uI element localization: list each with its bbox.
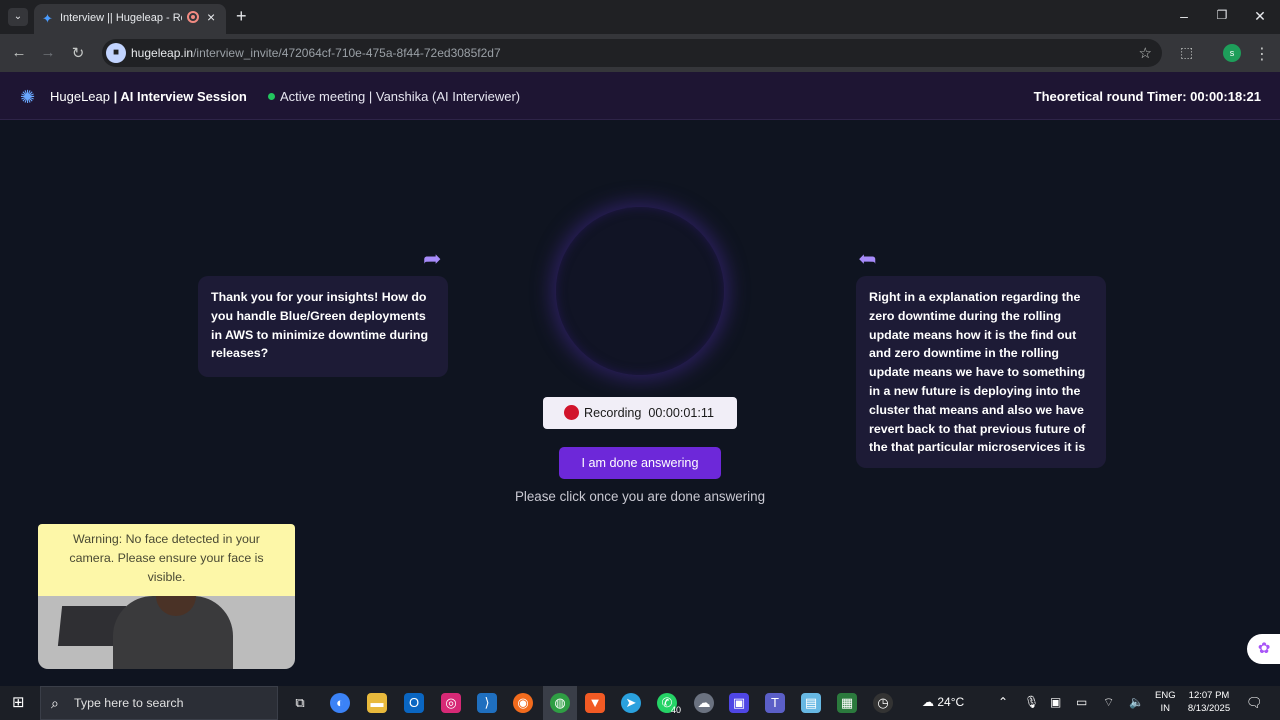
notification-center-icon[interactable]: 🗨 [1246, 695, 1263, 711]
reply-icon: ➦ [858, 246, 877, 271]
url-input[interactable]: ■ hugeleap.in/interview_invite/472064cf-… [102, 39, 1162, 67]
cloud-app-icon[interactable]: ☁ [694, 693, 714, 713]
remote-desktop-icon[interactable]: ▣ [729, 693, 749, 713]
file-explorer-icon[interactable]: ▬ [367, 693, 387, 713]
forward-icon[interactable]: → [39, 44, 57, 61]
recording-indicator: Recording 00:00:01:11 [543, 397, 737, 429]
battery-icon[interactable]: ▭ [1076, 695, 1087, 709]
volume-icon[interactable]: 🔈 [1129, 695, 1144, 709]
notes-icon[interactable]: ▤ [801, 693, 821, 713]
brave-icon[interactable]: ▼ [585, 693, 605, 713]
bookmark-star-icon[interactable]: ☆ [1139, 44, 1152, 62]
teams-icon[interactable]: T [765, 693, 785, 713]
hugeleap-logo-icon: ✺ [20, 87, 36, 107]
tab-search-icon[interactable]: ⌄ [8, 8, 28, 26]
recording-text: Recording 00:00:01:11 [584, 406, 715, 420]
tray-chevron-icon[interactable]: ⌃ [998, 695, 1008, 709]
meet-icon[interactable]: ▣ [1050, 695, 1061, 709]
app-header: ✺ HugeLeap | AI Interview Session Active… [0, 72, 1280, 120]
taskbar-search-icon: ⌕ [51, 695, 59, 711]
browser-tab-active[interactable]: ✦ Interview || Hugeleap - Revi × [34, 4, 226, 34]
wifi-icon[interactable]: ⌔ [1103, 695, 1114, 710]
window-close-icon[interactable]: ✕ [1250, 8, 1270, 25]
done-answering-button[interactable]: I am done answering [559, 447, 721, 479]
round-timer: Theoretical round Timer: 00:00:18:21 [1033, 89, 1261, 104]
new-tab-icon[interactable]: + [236, 7, 247, 25]
taskbar-search-input[interactable]: ⌕ Type here to search [40, 686, 278, 720]
candidate-transcript: Right in a explanation regarding the zer… [856, 276, 1106, 468]
browser-tab-strip: ⌄ ✦ Interview || Hugeleap - Revi × + – ❐… [0, 0, 1280, 34]
browser-menu-icon[interactable]: ⋮ [1254, 44, 1270, 64]
tab-title: Interview || Hugeleap - Revi [60, 12, 182, 24]
reload-icon[interactable]: ↻ [69, 44, 87, 62]
minimize-icon[interactable]: – [1174, 8, 1194, 24]
back-icon[interactable]: ← [10, 44, 28, 61]
system-clock[interactable]: 12:07 PM 8/13/2025 [1186, 689, 1232, 715]
assistant-brain-icon[interactable]: ✿ [1247, 634, 1280, 664]
tab-recording-icon [187, 11, 199, 23]
done-hint-text: Please click once you are done answering [514, 489, 766, 504]
extensions-icon[interactable]: ⬚ [1180, 44, 1193, 61]
restore-icon[interactable]: ❐ [1212, 8, 1232, 22]
image-viewer-icon[interactable]: ▦ [837, 693, 857, 713]
brand-title: HugeLeap | AI Interview Session [50, 89, 247, 104]
telegram-icon[interactable]: ➤ [621, 693, 641, 713]
recording-dot-icon [564, 405, 579, 420]
forward-share-icon: ➦ [423, 246, 442, 271]
vscode-icon[interactable]: ⟩ [477, 693, 497, 713]
tab-close-icon[interactable]: × [207, 9, 215, 25]
meeting-status: Active meeting | Vanshika (AI Interviewe… [268, 89, 520, 104]
camera-preview [38, 596, 295, 669]
weather-widget[interactable]: ☁ 24°C [922, 695, 964, 709]
no-face-warning: Warning: No face detected in your camera… [38, 524, 295, 596]
interview-stage: ➦ Thank you for your insights! How do yo… [0, 121, 1280, 686]
outlook-icon[interactable]: O [404, 693, 424, 713]
url-text: hugeleap.in/interview_invite/472064cf-71… [131, 46, 501, 60]
instagram-icon[interactable]: ◎ [441, 693, 461, 713]
language-indicator[interactable]: ENG IN [1155, 689, 1176, 715]
microphone-icon[interactable]: 🎙 [1024, 695, 1039, 709]
weather-cloud-icon: ☁ [922, 695, 934, 709]
recorder-icon[interactable]: ◷ [873, 693, 893, 713]
task-view-icon[interactable]: ⧉ [290, 693, 310, 713]
address-bar-row: ← → ↻ ■ hugeleap.in/interview_invite/472… [0, 34, 1280, 72]
taskbar-search-placeholder: Type here to search [74, 696, 184, 710]
copilot-icon[interactable]: ◐ [330, 693, 350, 713]
windows-start-icon[interactable]: ⊞ [12, 695, 28, 711]
interviewer-message: Thank you for your insights! How do you … [198, 276, 448, 377]
site-camera-icon[interactable]: ■ [106, 43, 126, 63]
status-dot-icon [268, 93, 275, 100]
hugeleap-favicon-icon: ✦ [42, 11, 53, 26]
ai-avatar-orb [556, 207, 724, 375]
profile-avatar[interactable]: s [1223, 44, 1241, 62]
windows-taskbar: ⊞ ⌕ Type here to search ⧉ ◐ ▬ O ◎ ⟩ ◉ ◍ … [0, 686, 1280, 720]
firefox-icon[interactable]: ◉ [513, 693, 533, 713]
chrome-icon[interactable]: ◍ [550, 693, 570, 713]
whatsapp-badge: 40 [671, 705, 682, 715]
